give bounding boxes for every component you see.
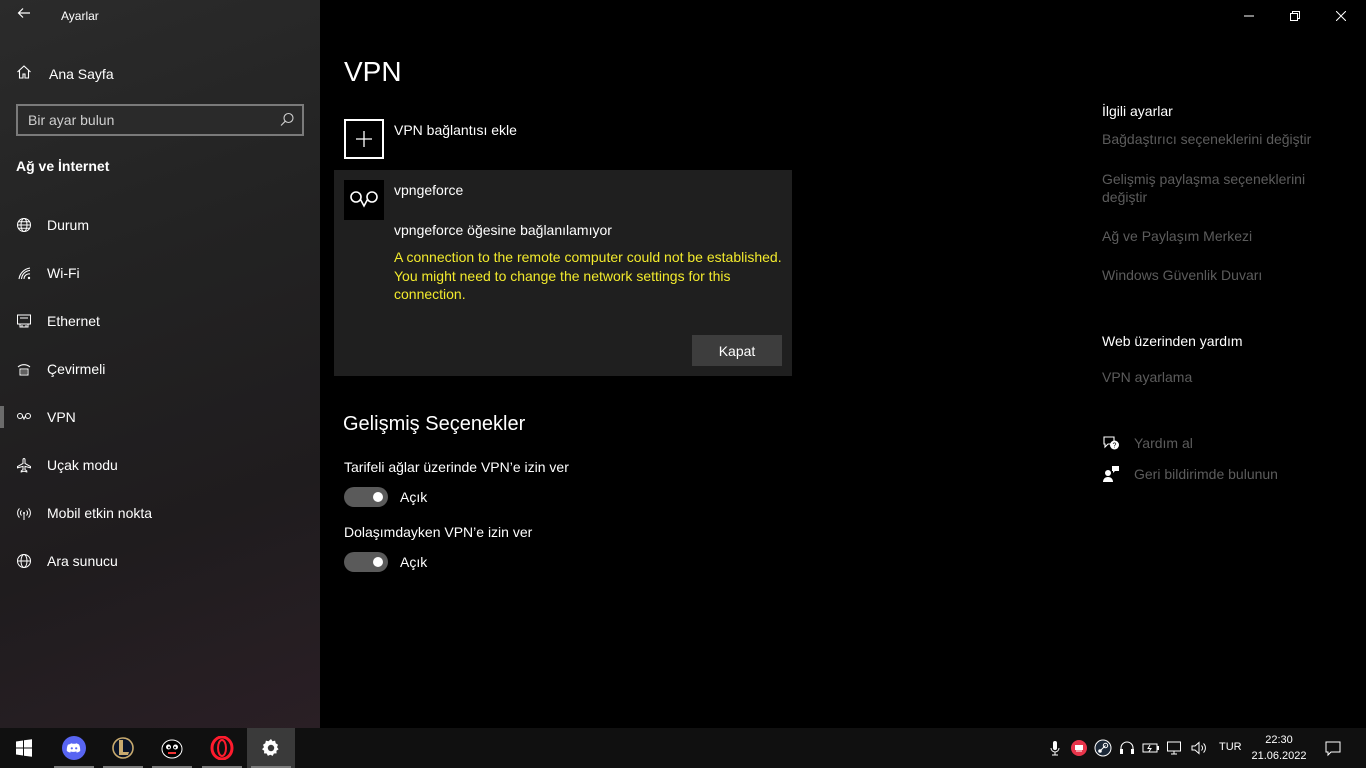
roaming-vpn-option-label: Dolaşımdayken VPN’e izin ver: [344, 524, 533, 540]
metered-vpn-toggle-state: Açık: [400, 489, 428, 505]
advanced-sharing-link[interactable]: Gelişmiş paylaşma seçeneklerini değiştir: [1102, 170, 1322, 206]
main-content: VPN VPN bağlantısı ekle vpngeforce vpnge…: [320, 0, 1366, 728]
advanced-options-title: Gelişmiş Seçenekler: [343, 413, 526, 435]
search-icon[interactable]: [278, 111, 296, 129]
sidebar-item-label: Ethernet: [47, 313, 100, 329]
windows-logo-icon: [12, 736, 36, 760]
feedback-icon: [1102, 465, 1120, 483]
sidebar-item-label: Ara sunucu: [47, 553, 118, 569]
minimize-button[interactable]: [1226, 0, 1272, 32]
sidebar-item-label: Mobil etkin nokta: [47, 505, 153, 521]
clock-date: 21.06.2022: [1251, 750, 1307, 762]
sidebar-item-airplane-mode[interactable]: Uçak modu: [0, 445, 320, 485]
roaming-vpn-toggle-state: Açık: [400, 554, 428, 570]
add-icon: [344, 119, 384, 159]
settings-search-input[interactable]: [18, 106, 268, 134]
sidebar-item-label: Wi-Fi: [47, 265, 80, 281]
opera-icon: [210, 735, 234, 761]
sidebar-item-label: Uçak modu: [47, 457, 118, 473]
web-help-title: Web üzerinden yardım: [1102, 333, 1243, 349]
vpn-connection-error: A connection to the remote computer coul…: [394, 249, 782, 302]
wifi-icon: [16, 265, 32, 281]
start-button[interactable]: [0, 728, 48, 768]
action-center-icon[interactable]: [1324, 739, 1342, 757]
taskbar-opera[interactable]: [198, 728, 246, 768]
settings-sidebar: Ayarlar Ana Sayfa Ağ ve İnternet Durum W…: [0, 0, 320, 728]
sidebar-item-ethernet[interactable]: Ethernet: [0, 301, 320, 341]
hotspot-icon: [16, 505, 32, 521]
vpn-connection-icon: [344, 180, 384, 220]
red-app-tray-icon[interactable]: [1070, 739, 1088, 757]
globe-status-icon: [16, 217, 32, 233]
vpn-connection-card[interactable]: vpngeforce vpngeforce öğesine bağlanılam…: [334, 170, 792, 376]
page-title: VPN: [344, 56, 402, 87]
discord-icon: [62, 736, 86, 760]
back-arrow-icon[interactable]: [14, 6, 34, 26]
network-icon[interactable]: [1166, 739, 1184, 757]
svg-text:?: ?: [1113, 443, 1117, 450]
battery-icon[interactable]: [1142, 739, 1160, 757]
sidebar-item-mobile-hotspot[interactable]: Mobil etkin nokta: [0, 493, 320, 533]
metered-vpn-toggle[interactable]: [344, 487, 388, 507]
taskbar-discord[interactable]: [50, 728, 98, 768]
sidebar-item-status[interactable]: Durum: [0, 205, 320, 245]
proxy-globe-icon: [16, 553, 32, 569]
settings-gear-icon: [259, 736, 283, 760]
settings-search-box[interactable]: [16, 104, 304, 136]
close-icon: [1336, 11, 1346, 21]
home-icon: [16, 64, 32, 85]
taskbar: TUR 22:30 21.06.2022: [0, 728, 1366, 768]
network-sharing-center-link[interactable]: Ağ ve Paylaşım Merkezi: [1102, 227, 1322, 245]
give-feedback-label: Geri bildirimde bulunun: [1134, 466, 1278, 482]
home-nav[interactable]: Ana Sayfa: [16, 64, 114, 84]
headset-icon[interactable]: [1118, 739, 1136, 757]
vpn-connection-name: vpngeforce: [394, 182, 464, 198]
metered-vpn-option-label: Tarifeli ağlar üzerinde VPN’e izin ver: [344, 459, 569, 475]
steam-icon[interactable]: [1094, 739, 1112, 757]
toggle-knob: [373, 557, 383, 567]
minimize-icon: [1244, 15, 1254, 17]
taskbar-game-client[interactable]: [148, 728, 196, 768]
sidebar-item-proxy[interactable]: Ara sunucu: [0, 541, 320, 581]
roaming-vpn-toggle[interactable]: [344, 552, 388, 572]
input-language-indicator[interactable]: TUR: [1219, 741, 1242, 753]
get-help-label: Yardım al: [1134, 435, 1193, 451]
add-vpn-label: VPN bağlantısı ekle: [394, 122, 517, 138]
sidebar-item-label: Çevirmeli: [47, 361, 106, 377]
help-chat-icon: ?: [1102, 434, 1120, 452]
section-title: Ağ ve İnternet: [16, 158, 110, 174]
taskbar-clock[interactable]: 22:30 21.06.2022: [1248, 732, 1310, 764]
volume-icon[interactable]: [1190, 739, 1208, 757]
app-title: Ayarlar: [61, 9, 99, 23]
home-label: Ana Sayfa: [49, 66, 114, 82]
taskbar-settings[interactable]: [247, 728, 295, 768]
vpn-connection-status: vpngeforce öğesine bağlanılamıyor: [394, 222, 612, 238]
sidebar-item-wifi[interactable]: Wi-Fi: [0, 253, 320, 293]
sidebar-item-label: VPN: [47, 409, 76, 425]
add-vpn-connection-button[interactable]: VPN bağlantısı ekle: [344, 119, 744, 161]
clock-time: 22:30: [1265, 734, 1293, 746]
sidebar-item-dialup[interactable]: Çevirmeli: [0, 349, 320, 389]
close-button[interactable]: Kapat: [692, 335, 782, 366]
windows-firewall-link[interactable]: Windows Güvenlik Duvarı: [1102, 266, 1322, 284]
adapter-options-link[interactable]: Bağdaştırıcı seçeneklerini değiştir: [1102, 130, 1322, 148]
vpn-setup-help-link[interactable]: VPN ayarlama: [1102, 368, 1322, 386]
airplane-icon: [16, 457, 32, 473]
ethernet-icon: [16, 313, 32, 329]
restore-button[interactable]: [1272, 0, 1318, 32]
restore-icon: [1290, 11, 1300, 21]
taskbar-league-of-legends[interactable]: [99, 728, 147, 768]
microphone-icon[interactable]: [1046, 739, 1064, 757]
league-of-legends-icon: [111, 736, 135, 760]
toggle-knob: [373, 492, 383, 502]
sidebar-item-label: Durum: [47, 217, 90, 233]
dialup-icon: [16, 361, 32, 377]
vpn-icon: [16, 409, 32, 425]
close-window-button[interactable]: [1318, 0, 1364, 32]
sidebar-item-vpn[interactable]: VPN: [0, 397, 320, 437]
related-settings-title: İlgili ayarlar: [1102, 103, 1173, 119]
game-client-icon: [160, 736, 184, 760]
